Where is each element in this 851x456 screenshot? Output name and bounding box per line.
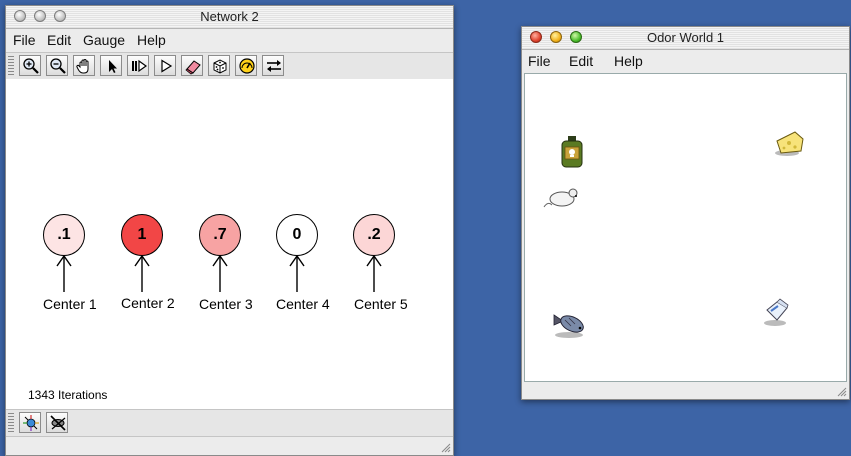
neuron-label-center-1: Center 1	[43, 296, 97, 312]
hand-pan-icon	[76, 59, 89, 74]
menu-help[interactable]: Help	[137, 32, 166, 48]
mouse-icon[interactable]	[542, 185, 582, 211]
zoom-in-icon	[23, 58, 39, 74]
zoom-out-icon	[50, 58, 66, 74]
menu-file[interactable]: File	[13, 32, 36, 48]
menu-file[interactable]: File	[528, 53, 551, 69]
swap-arrows-icon	[267, 60, 281, 72]
neuron-center-4[interactable]: 0	[276, 214, 318, 256]
network-titlebar[interactable]: Network 2	[6, 6, 453, 29]
fish-icon[interactable]	[551, 309, 587, 341]
hide-nodes-button[interactable]	[46, 412, 68, 433]
window-title: Network 2	[200, 9, 259, 24]
arrow-select-icon	[109, 60, 117, 73]
step-icon	[132, 59, 148, 73]
clear-button[interactable]	[181, 55, 203, 76]
neuron-center-5[interactable]: .2	[353, 214, 395, 256]
random-dice-icon	[213, 59, 227, 74]
neuron-label-center-4: Center 4	[276, 296, 330, 312]
neuron-label-center-2: Center 2	[121, 295, 175, 311]
network-bottom-toolbar	[6, 409, 453, 437]
hide-node-icon	[50, 415, 66, 431]
menu-edit[interactable]: Edit	[47, 32, 71, 48]
gauge-icon	[239, 58, 255, 74]
menu-edit[interactable]: Edit	[569, 53, 593, 69]
play-icon	[161, 59, 173, 73]
zoom-in-button[interactable]	[19, 55, 41, 76]
bottom-toolbar-grip[interactable]	[8, 413, 14, 433]
odor-menubar: File Edit Help	[522, 51, 849, 71]
randomize-button[interactable]	[208, 55, 230, 76]
odor-titlebar[interactable]: Odor World 1	[522, 27, 849, 50]
step-button[interactable]	[127, 55, 149, 76]
odor-world-window: Odor World 1 File Edit Help	[521, 26, 850, 400]
network-window: Network 2 File Edit Gauge Help .1 1 .7 0…	[5, 5, 454, 456]
neuron-label-center-3: Center 3	[199, 296, 253, 312]
select-button[interactable]	[100, 55, 122, 76]
neuron-center-1[interactable]: .1	[43, 214, 85, 256]
network-resize-grip[interactable]	[441, 443, 451, 453]
swap-button[interactable]	[262, 55, 284, 76]
menu-help[interactable]: Help	[614, 53, 643, 69]
pan-button[interactable]	[73, 55, 95, 76]
network-toolbar	[6, 52, 453, 80]
poison-bottle-icon[interactable]	[560, 135, 584, 169]
odor-world-canvas[interactable]	[524, 73, 847, 382]
eraser-icon	[185, 60, 201, 75]
play-button[interactable]	[154, 55, 176, 76]
neuron-center-3[interactable]: .7	[199, 214, 241, 256]
neuron-center-2[interactable]: 1	[121, 214, 163, 256]
gauge-button[interactable]	[235, 55, 257, 76]
neuron-label-center-5: Center 5	[354, 296, 408, 312]
show-nodes-button[interactable]	[19, 412, 41, 433]
odor-resize-grip[interactable]	[837, 387, 847, 397]
window-title: Odor World 1	[646, 30, 725, 45]
menu-gauge[interactable]: Gauge	[83, 32, 125, 48]
zoom-out-button[interactable]	[46, 55, 68, 76]
cheese-icon[interactable]	[773, 129, 805, 157]
toolbar-grip[interactable]	[8, 56, 14, 76]
milk-carton-icon[interactable]	[761, 298, 791, 328]
network-canvas[interactable]: .1 1 .7 0 .2 Center 1 Center 2 Center 3 …	[6, 79, 453, 409]
iterations-status: 1343 Iterations	[28, 388, 108, 402]
network-menubar: File Edit Gauge Help	[6, 30, 453, 50]
network-node-icon	[23, 415, 39, 431]
